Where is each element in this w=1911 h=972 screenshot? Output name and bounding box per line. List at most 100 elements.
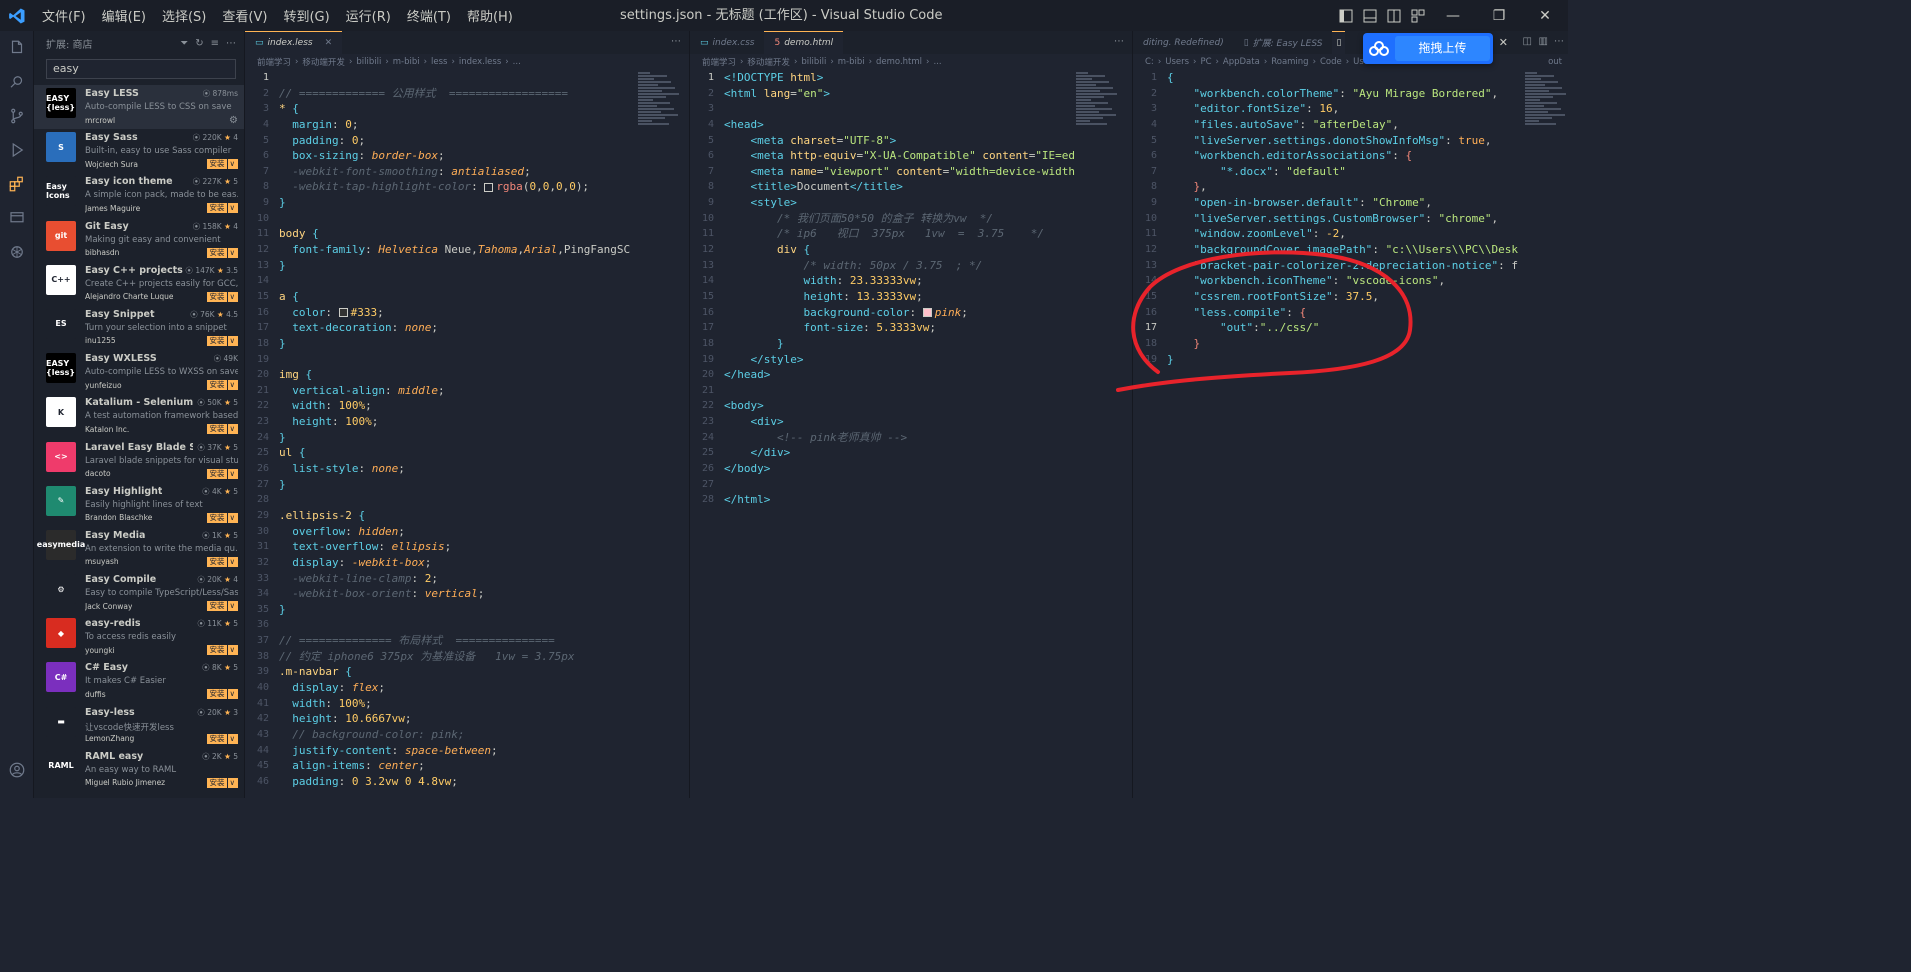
extension-item[interactable]: ▬ Easy-less ⦿ 20K ★ 3 让vscode快速开发less LemonZ… [34, 704, 244, 748]
code-line[interactable]: 20 </head> [690, 367, 1132, 383]
code-line[interactable]: 18} [245, 336, 689, 352]
install-button[interactable]: 安装 ∨ [206, 159, 238, 170]
code-line[interactable]: 9} [245, 195, 689, 211]
code-line[interactable]: 5 <meta charset="UTF-8"> [690, 133, 1132, 149]
code-line[interactable]: 10 [245, 211, 689, 227]
clear-icon[interactable]: ≡ [211, 38, 219, 49]
menu-help[interactable]: 帮助(H) [459, 6, 521, 25]
code-line[interactable]: 46 padding: 0 3.2vw 0 4.8vw; [245, 774, 689, 790]
dropdown-icon[interactable]: ∨ [226, 203, 235, 214]
openai-icon[interactable] [0, 235, 34, 269]
code-line[interactable]: 27} [245, 477, 689, 493]
breadcrumb-item[interactable]: demo.html [876, 57, 922, 67]
tab-index-css[interactable]: ▭ index.css [690, 31, 764, 54]
breadcrumb-item[interactable]: PC [1200, 57, 1211, 67]
more-actions-icon[interactable]: ⋯ [671, 36, 681, 47]
code-line[interactable]: 16 color: #333; [245, 305, 689, 321]
dropdown-icon[interactable]: ∨ [226, 380, 235, 391]
code-line[interactable]: 9 "open-in-browser.default": "Chrome", [1133, 195, 1568, 211]
code-line[interactable]: 6 <meta http-equiv="X-UA-Compatible" con… [690, 148, 1132, 164]
breadcrumb-item[interactable]: ... [513, 57, 521, 67]
code-line[interactable]: 25 </div> [690, 445, 1132, 461]
filter-icon[interactable]: ⏷ [180, 38, 188, 49]
install-button[interactable]: 安装 ∨ [206, 601, 238, 612]
breadcrumb-item[interactable]: m-bibi [393, 57, 420, 67]
toggle-panel-icon[interactable] [1358, 0, 1382, 31]
breadcrumb-item[interactable]: Users [1165, 57, 1189, 67]
cloud-upload-widget[interactable]: 拖拽上传 [1363, 33, 1493, 64]
more-actions-icon[interactable]: ⋯ [1554, 36, 1564, 47]
extension-item[interactable]: C# C# Easy ⦿ 8K ★ 5 It makes C# Easier duffi… [34, 659, 244, 703]
dropdown-icon[interactable]: ∨ [226, 689, 235, 700]
menu-edit[interactable]: 编辑(E) [94, 6, 154, 25]
code-line[interactable]: 13} [245, 258, 689, 274]
install-button[interactable]: 安装 ∨ [206, 291, 238, 302]
close-icon[interactable]: ✕ [1522, 0, 1568, 31]
code-line[interactable]: 13 /* width: 50px / 3.75 ; */ [690, 258, 1132, 274]
extension-item[interactable]: KKatalium - Selenium a...⦿ 50K ★ 5A test… [34, 394, 244, 438]
code-line[interactable]: 3 [690, 101, 1132, 117]
toggle-sidebar-icon[interactable] [1334, 0, 1358, 31]
breadcrumb-item[interactable]: bilibili [801, 57, 826, 67]
code-line[interactable]: 29 .ellipsis-2 { [245, 508, 689, 524]
code-line[interactable]: 38 // 约定 iphone6 375px 为基准设备 1vw = 3.75px [245, 649, 689, 665]
code-line[interactable]: 10 /* 我们页面50*50 的盒子 转换为vw */ [690, 211, 1132, 227]
install-button[interactable]: 安装 ∨ [206, 335, 238, 346]
code-line[interactable]: 2 <html lang="en"> [690, 86, 1132, 102]
install-button[interactable]: 安装 ∨ [206, 247, 238, 258]
breadcrumb-item[interactable]: 前端学习 [257, 56, 291, 68]
code-line[interactable]: 14 width: 23.33333vw; [690, 273, 1132, 289]
code-line[interactable]: 16 background-color: pink; [690, 305, 1132, 321]
code-line[interactable]: 4 margin: 0; [245, 117, 689, 133]
extension-item[interactable]: <>Laravel Easy Blade Sni...⦿ 37K ★ 5Lara… [34, 439, 244, 483]
code-line[interactable]: 20 img { [245, 367, 689, 383]
code-line[interactable]: 2 "workbench.colorTheme": "Ayu Mirage Bo… [1133, 86, 1568, 102]
toggle-secondary-sidebar-icon[interactable] [1382, 0, 1406, 31]
code-line[interactable]: 21 vertical-align: middle; [245, 383, 689, 399]
split-editor-icon[interactable]: ◫ [1523, 36, 1532, 47]
code-line[interactable]: 27 [690, 477, 1132, 493]
source-control-icon[interactable] [0, 99, 34, 133]
code-line[interactable]: 4 "files.autoSave": "afterDelay", [1133, 117, 1568, 133]
code-line[interactable]: 15 a { [245, 289, 689, 305]
code-line[interactable]: 26 </body> [690, 461, 1132, 477]
menu-selection[interactable]: 选择(S) [154, 6, 214, 25]
code-line[interactable]: 22 width: 100%; [245, 398, 689, 414]
code-line[interactable]: 40 display: flex; [245, 680, 689, 696]
code-line[interactable]: 17 text-decoration: none; [245, 320, 689, 336]
code-line[interactable]: 17 "out":"../css/" [1133, 320, 1568, 336]
remote-explorer-icon[interactable] [0, 201, 34, 235]
extension-item[interactable]: Easy Icons Easy icon theme ⦿ 227K ★ 5A sim… [34, 173, 244, 217]
code-line[interactable]: 39 .m-navbar { [245, 664, 689, 680]
breadcrumb-item[interactable]: Code [1320, 57, 1342, 67]
code-line[interactable]: 45 align-items: center; [245, 758, 689, 774]
breadcrumb-item[interactable]: Roaming [1271, 57, 1308, 67]
code-line[interactable]: 44 justify-content: space-between; [245, 743, 689, 759]
code-line[interactable]: 5 padding: 0; [245, 133, 689, 149]
extension-search-input[interactable]: easy [46, 59, 236, 79]
breadcrumb-item[interactable]: out [1548, 57, 1568, 67]
breadcrumb-item[interactable]: AppData [1223, 57, 1260, 67]
extension-item[interactable]: git Git Easy ⦿ 158K ★ 4 Making git easy and… [34, 218, 244, 262]
code-line[interactable]: 17 font-size: 5.3333vw; [690, 320, 1132, 336]
dropdown-icon[interactable]: ∨ [226, 468, 235, 479]
code-line[interactable]: 25 ul { [245, 445, 689, 461]
extension-item[interactable]: ⚙ Easy Compile ⦿ 20K ★ 4 Easy to compile Ty… [34, 571, 244, 615]
dropdown-icon[interactable]: ∨ [226, 335, 235, 346]
code-line[interactable]: 8 <title>Document</title> [690, 179, 1132, 195]
breadcrumb-item[interactable]: ... [933, 57, 941, 67]
code-line[interactable]: 9 <style> [690, 195, 1132, 211]
install-button[interactable]: 安装 ∨ [206, 380, 238, 391]
breadcrumb-item[interactable]: 移动端开发 [302, 56, 345, 68]
cloud-upload-label[interactable]: 拖拽上传 [1395, 36, 1490, 61]
code-line[interactable]: 7 "*.docx": "default" [1133, 164, 1568, 180]
code-line[interactable]: 19 [245, 352, 689, 368]
code-line[interactable]: 8 }, [1133, 179, 1568, 195]
code-line[interactable]: 2 // ============= 公用样式 =================… [245, 86, 689, 102]
minimize-icon[interactable]: — [1430, 0, 1476, 31]
extension-item[interactable]: RAML RAML easy ⦿ 2K ★ 5 An easy way to RAML… [34, 748, 244, 792]
code-html[interactable]: 1 <!DOCTYPE html> 2 <html lang="en"> 3 4 <head… [690, 70, 1132, 508]
code-line[interactable]: 15 height: 13.3333vw; [690, 289, 1132, 305]
code-line[interactable]: 28 </html> [690, 492, 1132, 508]
code-line[interactable]: 3 * { [245, 101, 689, 117]
